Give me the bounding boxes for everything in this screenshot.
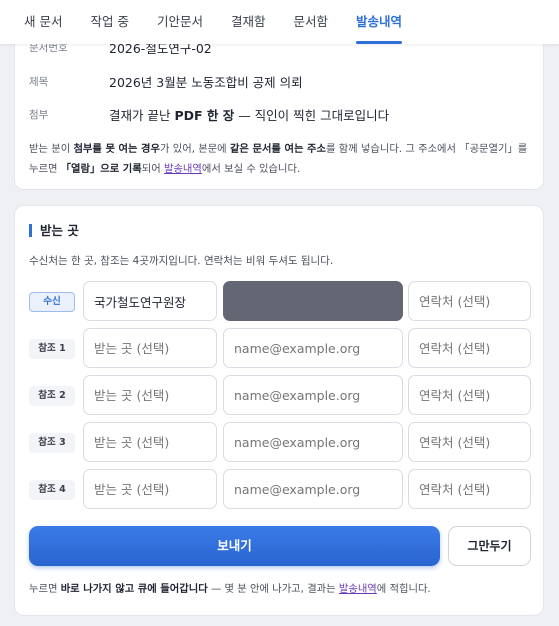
attachment-text-bold: PDF 한 장	[174, 108, 235, 123]
cc2-phone-input[interactable]	[408, 375, 531, 415]
note-text: 에서 보실 수 있습니다.	[201, 163, 301, 175]
recipient-phone-input[interactable]	[408, 281, 531, 321]
subject-label: 제목	[29, 76, 49, 88]
cc-row-1: 참조 1	[15, 328, 545, 368]
cc1-phone-input[interactable]	[408, 328, 531, 368]
recipients-title: 받는 곳	[29, 224, 79, 237]
cc3-name-input[interactable]	[83, 422, 217, 462]
cc1-name-input[interactable]	[83, 328, 217, 368]
note-bold: 「열람」으로 기록	[60, 163, 142, 175]
attachment-label: 첨부	[29, 109, 49, 121]
send-history-link[interactable]: 발송내역	[164, 163, 202, 175]
cancel-button[interactable]: 그만두기	[448, 526, 531, 566]
attachment-text-pre: 결재가 끝난	[109, 108, 175, 123]
attachment-note: 받는 분이 첨부를 못 여는 경우가 있어, 본문에 같은 문서를 여는 주소를…	[29, 139, 534, 179]
cc4-phone-input[interactable]	[408, 469, 531, 509]
cc-row-2: 참조 2	[15, 375, 545, 415]
note-bold: 같은 문서를 여는 주소	[229, 143, 326, 155]
recipient-row-main: 수신	[15, 281, 545, 321]
tab-drafts[interactable]: 기안문서	[157, 0, 203, 44]
recipient-email-input-masked[interactable]	[223, 281, 403, 321]
send-footnote: 누르면 바로 나가지 않고 큐에 들어갑니다 — 몇 분 안에 나가고, 결과는…	[29, 580, 431, 595]
footnote-bold: 바로 나가지 않고 큐에 들어갑니다	[60, 583, 208, 595]
footnote-text: — 몇 분 안에 나가고, 결과는	[207, 583, 339, 595]
role-badge-recipient: 수신	[29, 292, 75, 312]
tab-approval[interactable]: 결재함	[231, 0, 266, 44]
recipients-card: 받는 곳 수신처는 한 곳, 참조는 4곳까지입니다. 연락처는 비워 두셔도 …	[14, 205, 544, 616]
footnote-send-history-link[interactable]: 발송내역	[339, 583, 377, 595]
tab-send-history[interactable]: 발송내역	[356, 0, 403, 44]
role-badge-cc-3: 참조 3	[29, 433, 75, 453]
recipients-description: 수신처는 한 곳, 참조는 4곳까지입니다. 연락처는 비워 두셔도 됩니다.	[29, 255, 334, 267]
tab-new-document[interactable]: 새 문서	[24, 0, 62, 44]
attachment-value: 결재가 끝난 PDF 한 장 — 직인이 찍힌 그대로입니다	[109, 105, 389, 124]
cc2-email-input[interactable]	[223, 375, 403, 415]
role-badge-cc-2: 참조 2	[29, 386, 75, 406]
send-button[interactable]: 보내기	[29, 526, 440, 566]
role-badge-cc-1: 참조 1	[29, 339, 75, 359]
note-text: 되어	[141, 163, 164, 175]
attachment-row: 첨부 결재가 끝난 PDF 한 장 — 직인이 찍힌 그대로입니다	[29, 105, 529, 124]
note-text: 가 있어, 본문에	[160, 143, 230, 155]
cc-row-3: 참조 3	[15, 422, 545, 462]
footnote-text: 누르면	[29, 583, 61, 595]
subject-value: 2026년 3월분 노동조합비 공제 의뢰	[109, 75, 303, 90]
role-badge-cc-4: 참조 4	[29, 480, 75, 500]
tab-document-box[interactable]: 문서함	[294, 0, 329, 44]
note-bold: 첨부를 못 여는 경우	[73, 143, 160, 155]
cc-row-4: 참조 4	[15, 469, 545, 509]
cc2-name-input[interactable]	[83, 375, 217, 415]
tab-bar: 새 문서 작업 중 기안문서 결재함 문서함 발송내역	[0, 0, 559, 44]
attachment-text-post: — 직인이 찍힌 그대로입니다	[234, 108, 390, 123]
document-info-card: 문서번호 2026-철도연구-02 제목 2026년 3월분 노동조합비 공제 …	[14, 28, 544, 190]
note-text: 받는 분이	[29, 143, 74, 155]
cc4-email-input[interactable]	[223, 469, 403, 509]
cc4-name-input[interactable]	[83, 469, 217, 509]
cc3-email-input[interactable]	[223, 422, 403, 462]
tab-in-progress[interactable]: 작업 중	[90, 0, 128, 44]
cc3-phone-input[interactable]	[408, 422, 531, 462]
footnote-text: 에 적힙니다.	[376, 583, 431, 595]
cc1-email-input[interactable]	[223, 328, 403, 368]
subject-row: 제목 2026년 3월분 노동조합비 공제 의뢰	[29, 72, 529, 91]
recipient-name-input[interactable]	[83, 281, 217, 321]
